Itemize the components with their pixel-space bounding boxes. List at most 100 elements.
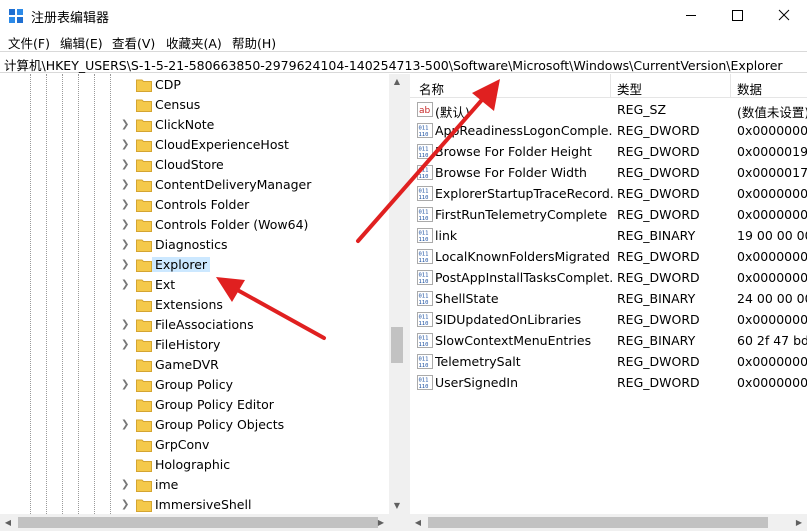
- value-row[interactable]: 011110TelemetrySaltREG_DWORD0x00000000: [410, 351, 807, 372]
- binary-value-icon: 011110: [417, 144, 433, 159]
- tree-item[interactable]: ❯ Diagnostics: [118, 235, 388, 255]
- list-horizontal-scrollbar[interactable]: ◀ ▶: [410, 514, 807, 531]
- tree-item[interactable]: GameDVR: [118, 355, 388, 375]
- tree-item[interactable]: Group Policy Editor: [118, 395, 388, 415]
- folder-icon: [136, 199, 152, 212]
- column-header-type[interactable]: 类型: [617, 79, 642, 98]
- minimize-button[interactable]: [668, 0, 714, 31]
- chevron-right-icon[interactable]: ❯: [121, 239, 131, 251]
- tree-item[interactable]: CDP: [118, 75, 388, 95]
- chevron-right-icon[interactable]: ❯: [121, 119, 131, 131]
- chevron-right-icon[interactable]: ❯: [121, 499, 131, 511]
- chevron-right-icon[interactable]: ❯: [121, 419, 131, 431]
- svg-text:110: 110: [419, 279, 429, 285]
- tree-item-label: FileHistory: [155, 337, 221, 352]
- tree-item[interactable]: ❯ ContentDeliveryManager: [118, 175, 388, 195]
- column-divider[interactable]: [610, 74, 611, 98]
- svg-text:011: 011: [419, 231, 429, 237]
- key-tree-pane[interactable]: CDP Census ❯ ClickNote ❯ CloudExperienceHost ❯…: [0, 74, 405, 531]
- value-row[interactable]: 011 110 FirstRunTelemetryComplete REG_DWORD…: [410, 204, 807, 225]
- tree-item[interactable]: ❯ FileAssociations: [118, 315, 388, 335]
- folder-icon: [136, 439, 152, 452]
- chevron-right-icon[interactable]: ❯: [121, 259, 131, 271]
- tree-item[interactable]: ❯ FileHistory: [118, 335, 388, 355]
- value-row[interactable]: 011 110 SIDUpdatedOnLibraries REG_DWORD 0x00…: [410, 309, 807, 330]
- value-row[interactable]: 011 110 SlowContextMenuEntries REG_BINARY 60…: [410, 330, 807, 351]
- tree-item[interactable]: Census: [118, 95, 388, 115]
- tree-item[interactable]: ❯ CloudExperienceHost: [118, 135, 388, 155]
- tree-item[interactable]: Holographic: [118, 455, 388, 475]
- tree-item[interactable]: GrpConv: [118, 435, 388, 455]
- value-row[interactable]: 011 110 Browse For Folder Width REG_DWORD 0x…: [410, 162, 807, 183]
- scroll-down-arrow-icon[interactable]: ▼: [389, 498, 405, 514]
- chevron-right-icon[interactable]: ❯: [121, 339, 131, 351]
- maximize-button[interactable]: [714, 0, 760, 31]
- tree-item-label: ImmersiveShell: [155, 497, 252, 512]
- value-row[interactable]: 011 110 ShellState REG_BINARY 24 00 00 00: [410, 288, 807, 309]
- scrollbar-thumb[interactable]: [391, 327, 403, 363]
- menu-view[interactable]: 查看(V): [112, 33, 155, 52]
- folder-icon: [136, 119, 152, 132]
- value-name: SIDUpdatedOnLibraries: [435, 312, 582, 327]
- folder-icon: [136, 239, 152, 252]
- menu-help[interactable]: 帮助(H): [232, 33, 276, 52]
- chevron-right-icon[interactable]: ❯: [121, 139, 131, 151]
- tree-item[interactable]: ❯ CloudStore: [118, 155, 388, 175]
- tree-item[interactable]: ❯ ClickNote: [118, 115, 388, 135]
- value-row[interactable]: 011 110 Browse For Folder Height REG_DWORD 0…: [410, 141, 807, 162]
- chevron-right-icon[interactable]: ❯: [121, 199, 131, 211]
- value-row[interactable]: 011 110 AppReadinessLogonComple... REG_DWOR…: [410, 120, 807, 141]
- values-list-pane[interactable]: 名称 类型 数据 ab (默认) REG_SZ (数值未设置) 011 110 AppRea…: [410, 74, 807, 514]
- tree-guide-line: [30, 74, 31, 514]
- value-row[interactable]: ab (默认) REG_SZ (数值未设置): [410, 99, 807, 120]
- folder-icon: [136, 179, 152, 192]
- value-type: REG_DWORD: [617, 270, 700, 285]
- menu-file[interactable]: 文件(F): [8, 33, 50, 52]
- address-path[interactable]: 计算机\HKEY_USERS\S-1-5-21-580663850-297962…: [4, 55, 783, 74]
- scroll-right-arrow-icon[interactable]: ▶: [791, 514, 807, 531]
- tree-item[interactable]: ❯ ime: [118, 475, 388, 495]
- value-row[interactable]: 011 110 PostAppInstallTasksComplet... REG_D…: [410, 267, 807, 288]
- binary-value-icon: 011110: [417, 333, 433, 348]
- chevron-right-icon[interactable]: ❯: [121, 479, 131, 491]
- chevron-right-icon[interactable]: ❯: [121, 279, 131, 291]
- scroll-right-arrow-icon[interactable]: ▶: [373, 514, 389, 531]
- chevron-right-icon[interactable]: ❯: [121, 179, 131, 191]
- tree-horizontal-scrollbar[interactable]: ◀ ▶: [0, 514, 405, 531]
- scroll-left-arrow-icon[interactable]: ◀: [410, 514, 426, 531]
- column-divider[interactable]: [730, 74, 731, 98]
- scroll-left-arrow-icon[interactable]: ◀: [0, 514, 16, 531]
- scrollbar-thumb[interactable]: [428, 517, 768, 528]
- close-button[interactable]: [761, 0, 807, 31]
- tree-item[interactable]: ❯ ImmersiveShell: [118, 495, 388, 515]
- menu-favorites[interactable]: 收藏夹(A): [166, 33, 222, 52]
- tree-item[interactable]: ❯ Ext: [118, 275, 388, 295]
- value-row[interactable]: 011 110 ExplorerStartupTraceRecord... REG_D…: [410, 183, 807, 204]
- scroll-up-arrow-icon[interactable]: ▲: [389, 74, 405, 90]
- tree-item[interactable]: ❯ Group Policy Objects: [118, 415, 388, 435]
- tree-item[interactable]: ❯ Group Policy: [118, 375, 388, 395]
- address-bar[interactable]: 计算机\HKEY_USERS\S-1-5-21-580663850-297962…: [0, 51, 807, 73]
- scrollbar-thumb[interactable]: [18, 517, 378, 528]
- tree-item[interactable]: ❯ Controls Folder: [118, 195, 388, 215]
- column-header-name[interactable]: 名称: [419, 79, 444, 98]
- tree-vertical-scrollbar[interactable]: ▲ ▼: [389, 74, 405, 514]
- value-row[interactable]: 011 110 link REG_BINARY 19 00 00 00: [410, 225, 807, 246]
- value-data: 0x00000001: [737, 375, 807, 390]
- value-type: REG_SZ: [617, 102, 667, 117]
- folder-icon: [136, 339, 152, 352]
- tree-item[interactable]: ❯ Explorer: [118, 255, 388, 275]
- chevron-right-icon[interactable]: ❯: [121, 379, 131, 391]
- chevron-right-icon[interactable]: ❯: [121, 319, 131, 331]
- svg-text:011: 011: [419, 126, 429, 132]
- chevron-right-icon[interactable]: ❯: [121, 159, 131, 171]
- value-data: 0x00000000: [737, 354, 807, 369]
- chevron-right-icon[interactable]: ❯: [121, 219, 131, 231]
- value-row[interactable]: 011 110 LocalKnownFoldersMigrated REG_DWORD…: [410, 246, 807, 267]
- value-row[interactable]: 011110UserSignedInREG_DWORD0x00000001: [410, 372, 807, 393]
- tree-item[interactable]: ❯ Controls Folder (Wow64): [118, 215, 388, 235]
- menu-edit[interactable]: 编辑(E): [60, 33, 103, 52]
- svg-text:110: 110: [419, 195, 429, 201]
- column-header-data[interactable]: 数据: [737, 79, 762, 98]
- tree-item[interactable]: Extensions: [118, 295, 388, 315]
